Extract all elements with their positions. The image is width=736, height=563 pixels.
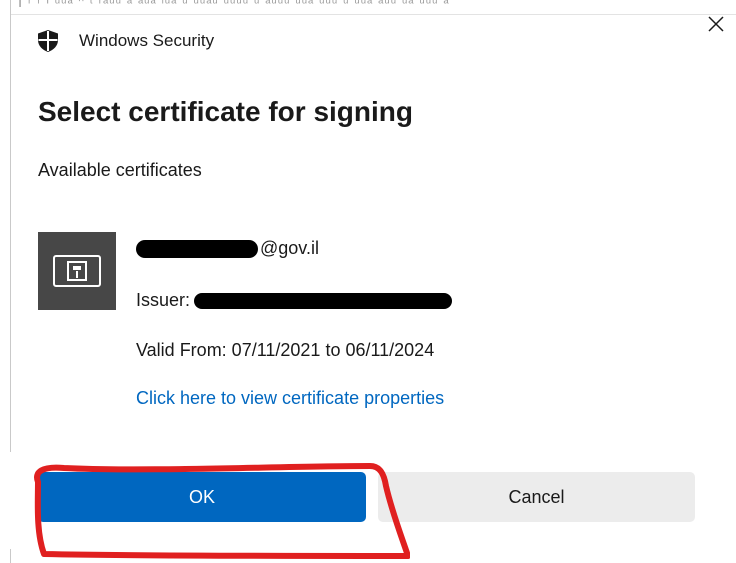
certificate-email-domain: @gov.il [260, 238, 319, 258]
background-document: ꟾ ʳ ʳ ᴵ ᵘᵘᵃ ᵔ ᵗ ʳᵃᵘᵘ ᵃ ᵃᵘᵃ ˡᵘᵃ ᵘ ᵘᵘᵃᵘ ᵘᵘ… [0, 0, 736, 14]
shield-icon [38, 30, 58, 52]
background-text-fragment: ꟾ ʳ ʳ ᴵ ᵘᵘᵃ ᵔ ᵗ ʳᵃᵘᵘ ᵃ ᵃᵘᵃ ˡᵘᵃ ᵘ ᵘᵘᵃᵘ ᵘᵘ… [18, 0, 450, 10]
certificate-subject[interactable]: @gov.il [136, 238, 319, 259]
redacted-issuer [194, 292, 453, 309]
available-certificates-label: Available certificates [38, 160, 202, 180]
certificate-issuer: Issuer: [136, 290, 453, 311]
dialog-heading: Select certificate for signing [38, 96, 413, 127]
certificate-card-icon[interactable] [38, 232, 116, 310]
app-title: Windows Security [79, 31, 215, 50]
certificate-validity: Valid From: 07/11/2021 to 06/11/2024 [136, 340, 435, 360]
close-button[interactable] [704, 14, 728, 38]
view-certificate-properties-link[interactable]: Click here to view certificate propertie… [136, 388, 444, 409]
close-icon [707, 15, 725, 38]
cancel-button[interactable]: Cancel [378, 472, 695, 522]
redacted-name [136, 239, 258, 258]
ok-button[interactable]: OK [38, 472, 366, 522]
issuer-label: Issuer: [136, 290, 191, 310]
dialog-title-bar: Windows Security [38, 30, 214, 52]
screenshot-root: ꟾ ʳ ʳ ᴵ ᵘᵘᵃ ᵔ ᵗ ʳᵃᵘᵘ ᵃ ᵃᵘᵃ ˡᵘᵃ ᵘ ᵘᵘᵃᵘ ᵘᵘ… [0, 0, 736, 563]
